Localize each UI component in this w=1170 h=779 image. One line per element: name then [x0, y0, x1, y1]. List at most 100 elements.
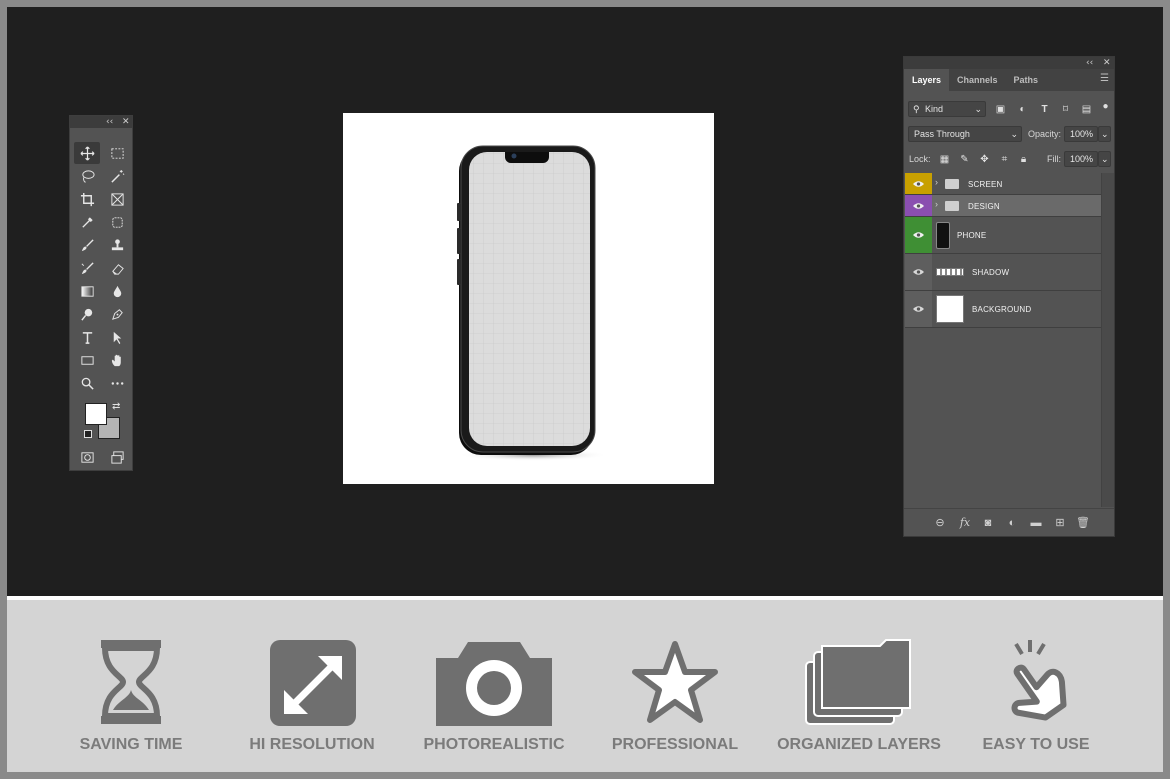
add-mask-icon[interactable]: ◙: [981, 516, 995, 530]
lock-all-icon[interactable]: 🔒︎: [1018, 154, 1029, 165]
close-icon[interactable]: ✕: [1103, 57, 1111, 69]
collapse-icon[interactable]: ‹‹: [1086, 57, 1093, 69]
feature-organized-layers: ORGANIZED LAYERS: [777, 630, 941, 760]
more-tools[interactable]: [104, 372, 130, 394]
tab-layers[interactable]: Layers: [904, 69, 950, 91]
feature-hi-resolution: HI RESOLUTION: [249, 630, 375, 760]
lock-artboard-icon[interactable]: ⌗: [999, 154, 1010, 165]
star-icon: [632, 641, 718, 723]
frame-icon: [110, 192, 124, 206]
tap-hand-icon: [1011, 640, 1067, 721]
gradient-tool[interactable]: [74, 280, 100, 302]
gradient-icon: [80, 285, 94, 297]
delete-layer-icon[interactable]: 🗑︎: [1076, 516, 1090, 530]
foreground-color-swatch[interactable]: [85, 403, 107, 425]
folders-icon: [805, 639, 911, 725]
history-brush-icon: [81, 261, 94, 274]
close-icon[interactable]: ✕: [122, 116, 130, 128]
type-tool[interactable]: [74, 326, 100, 348]
zoom-tool[interactable]: [74, 372, 100, 394]
brush-icon: [81, 238, 94, 251]
rectangle-tool[interactable]: [74, 349, 100, 371]
opacity-input[interactable]: 100%: [1064, 126, 1098, 142]
magic-wand-tool[interactable]: [104, 165, 130, 187]
fill-label: Fill:: [1047, 154, 1061, 164]
layer-row-design[interactable]: › DESIGN: [905, 195, 1101, 217]
feature-label: PHOTOREALISTIC: [423, 736, 565, 753]
panel-tabs: Layers Channels Paths ☰: [904, 69, 1114, 91]
visibility-toggle[interactable]: [905, 173, 932, 194]
filter-kind-select[interactable]: ⚲ Kind ⌄: [908, 101, 986, 117]
visibility-toggle[interactable]: [905, 254, 932, 290]
fill-dropdown[interactable]: ⌄: [1098, 151, 1111, 167]
chevron-right-icon[interactable]: ›: [935, 199, 938, 209]
layer-thumbnail: [936, 268, 964, 276]
feature-label: EASY TO USE: [982, 736, 1090, 753]
move-tool[interactable]: [74, 142, 100, 164]
collapse-icon[interactable]: ‹‹: [106, 116, 113, 128]
link-layers-icon[interactable]: ⊖: [933, 516, 947, 530]
pen-tool[interactable]: [104, 303, 130, 325]
blend-mode-select[interactable]: Pass Through ⌄: [908, 126, 1022, 142]
adjustment-layer-icon[interactable]: ◐: [1005, 516, 1019, 530]
more-icon: [111, 381, 123, 385]
visibility-toggle[interactable]: [905, 217, 932, 253]
hand-tool[interactable]: [104, 349, 130, 371]
lock-transparent-icon[interactable]: ▦: [939, 154, 950, 165]
hand-icon: [111, 354, 121, 366]
tools-panel: ‹‹ ✕ ⇄: [69, 115, 133, 471]
document-canvas[interactable]: [343, 113, 714, 484]
brush-tool[interactable]: [74, 234, 100, 256]
new-group-icon[interactable]: ▬: [1029, 516, 1043, 530]
quick-mask-button[interactable]: [74, 446, 100, 468]
screen-mode-button[interactable]: [104, 446, 130, 468]
panel-menu-icon[interactable]: ☰: [1100, 74, 1109, 84]
marquee-tool[interactable]: [104, 142, 130, 164]
search-icon: ⚲: [913, 104, 920, 114]
visibility-toggle[interactable]: [905, 195, 932, 216]
layer-row-phone[interactable]: PHONE: [905, 217, 1101, 254]
tab-channels[interactable]: Channels: [949, 69, 1006, 91]
dodge-tool[interactable]: [74, 303, 100, 325]
eye-icon: [913, 232, 924, 238]
crop-tool[interactable]: [74, 188, 100, 210]
swap-colors-icon[interactable]: ⇄: [112, 401, 120, 412]
adjustment-filter-icon[interactable]: ◐: [1017, 104, 1028, 115]
filter-toggle-icon[interactable]: ●: [1100, 101, 1111, 112]
blur-tool[interactable]: [104, 280, 130, 302]
shape-filter-icon[interactable]: ⌑: [1060, 104, 1071, 115]
layer-row-shadow[interactable]: SHADOW: [905, 254, 1101, 291]
layer-name: SCREEN: [968, 180, 1003, 189]
pixel-filter-icon[interactable]: ▣: [995, 104, 1006, 115]
tab-paths[interactable]: Paths: [1006, 69, 1047, 91]
fill-input[interactable]: 100%: [1064, 151, 1098, 167]
chevron-right-icon[interactable]: ›: [935, 177, 938, 187]
layer-name: DESIGN: [968, 202, 1000, 211]
folder-icon: [945, 179, 959, 189]
lock-pixels-icon[interactable]: ✎: [959, 154, 970, 165]
zoom-icon: [81, 377, 94, 390]
visibility-toggle[interactable]: [905, 291, 932, 327]
crop-icon: [80, 192, 94, 206]
layer-row-screen[interactable]: › SCREEN: [905, 173, 1101, 195]
opacity-dropdown[interactable]: ⌄: [1098, 126, 1111, 142]
eraser-tool[interactable]: [104, 257, 130, 279]
lasso-tool[interactable]: [74, 165, 100, 187]
new-layer-icon[interactable]: ⊞: [1053, 516, 1067, 530]
type-filter-icon[interactable]: T: [1039, 104, 1050, 115]
default-colors-icon[interactable]: [84, 430, 92, 438]
layer-row-background[interactable]: BACKGROUND: [905, 291, 1101, 328]
frame-tool[interactable]: [104, 188, 130, 210]
history-brush-tool[interactable]: [74, 257, 100, 279]
layers-scrollbar[interactable]: [1101, 173, 1114, 507]
layer-name: PHONE: [957, 231, 987, 240]
patch-tool[interactable]: [104, 211, 130, 233]
fx-icon[interactable]: fx: [958, 516, 972, 530]
path-select-tool[interactable]: [104, 326, 130, 348]
smart-object-filter-icon[interactable]: ▤: [1081, 104, 1092, 115]
eyedropper-tool[interactable]: [74, 211, 100, 233]
eye-icon: [913, 269, 924, 275]
stamp-tool[interactable]: [104, 234, 130, 256]
lock-position-icon[interactable]: ✥: [979, 154, 990, 165]
drop-icon: [113, 285, 121, 297]
